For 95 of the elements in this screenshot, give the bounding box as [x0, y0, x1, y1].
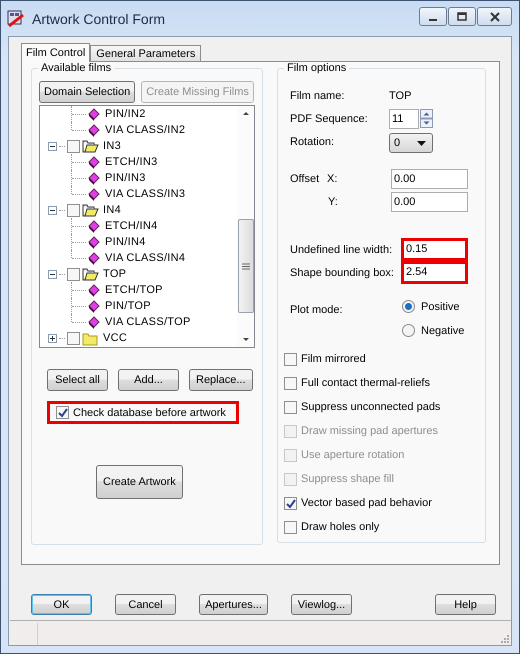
create-artwork-button[interactable]: Create Artwork	[96, 465, 183, 499]
film-icon	[88, 188, 100, 200]
tree-item[interactable]: VIA CLASS/TOP	[105, 314, 191, 330]
app-icon	[7, 10, 25, 28]
tab[interactable]: Film Control	[21, 43, 90, 62]
tree-item[interactable]: VCC	[103, 330, 128, 346]
checkbox[interactable]	[284, 400, 297, 414]
scroll-thumb[interactable]	[238, 219, 254, 313]
checkbox[interactable]	[67, 268, 80, 280]
tree-item[interactable]: PIN/TOP	[105, 298, 151, 314]
field-label: Undefined line width:	[290, 244, 394, 256]
maximize-icon	[457, 12, 467, 22]
film-name-value: TOP	[389, 90, 412, 102]
tree-item[interactable]: IN3	[103, 138, 122, 154]
button[interactable]: Select all	[47, 369, 108, 391]
button[interactable]: Viewlog...	[291, 594, 352, 615]
tree-item[interactable]: VIA CLASS/IN4	[105, 250, 186, 266]
checkbox[interactable]	[56, 406, 69, 419]
checkbox[interactable]	[284, 352, 297, 366]
checkbox[interactable]	[284, 496, 297, 510]
spinner[interactable]	[420, 109, 433, 128]
film-icon	[88, 108, 100, 120]
checkbox-label: Full contact thermal-reliefs	[301, 377, 430, 389]
caret-icon	[417, 140, 426, 146]
maximize-button[interactable]	[448, 7, 476, 26]
checkbox[interactable]	[67, 140, 80, 152]
checkbox-label: Use aperture rotation	[301, 449, 404, 461]
button[interactable]: Add...	[118, 369, 179, 391]
tree-item[interactable]: ETCH/IN3	[105, 154, 158, 170]
film-icon	[88, 316, 100, 328]
radio-label: Negative	[421, 324, 464, 336]
input-field[interactable]: 11	[389, 108, 419, 128]
tree-item[interactable]: PIN/IN3	[105, 170, 146, 186]
checkbox[interactable]	[67, 332, 80, 344]
film-icon	[88, 172, 100, 184]
folder-icon	[82, 330, 99, 346]
group-title: Film options	[284, 62, 350, 75]
film-icon	[88, 284, 100, 296]
tree-item[interactable]: TOP	[103, 266, 126, 282]
close-button[interactable]	[477, 7, 512, 26]
radio-button[interactable]	[402, 300, 415, 313]
checkbox-label: Draw holes only	[301, 521, 380, 533]
film-icon	[88, 156, 100, 168]
button[interactable]: Apertures...	[199, 594, 268, 615]
window-title: Artwork Control Form	[32, 10, 166, 26]
checkbox-label: Suppress unconnected pads	[301, 401, 440, 413]
button[interactable]: Help	[435, 594, 496, 615]
checkbox[interactable]	[67, 204, 80, 216]
folder-icon	[82, 138, 99, 154]
field-label: Shape bounding box:	[290, 266, 395, 278]
button[interactable]: OK	[31, 594, 92, 615]
scrollbar[interactable]	[237, 106, 254, 347]
tree-item[interactable]: ETCH/TOP	[105, 282, 163, 298]
button[interactable]: Replace...	[189, 369, 253, 391]
folder-icon	[82, 202, 99, 218]
field-label: X:	[327, 172, 338, 184]
checkbox-label: Check database before artwork	[73, 406, 226, 418]
tree-item[interactable]: VIA CLASS/IN3	[105, 186, 186, 202]
field-label: PDF Sequence:	[290, 112, 369, 124]
grip-icon	[242, 262, 250, 270]
checkbox-label: Vector based pad behavior	[301, 497, 432, 509]
tree-item[interactable]: PIN/IN4	[105, 234, 146, 250]
tree-item[interactable]: PIN/IN2	[105, 106, 146, 122]
minimize-button[interactable]	[419, 7, 447, 26]
field-label: Film name:	[290, 90, 346, 102]
field-label: Plot mode:	[290, 303, 344, 318]
checkbox-label: Draw missing pad apertures	[301, 425, 438, 437]
input-field[interactable]: 0.00	[391, 192, 468, 212]
film-icon	[88, 236, 100, 248]
close-icon	[490, 12, 500, 22]
dropdown[interactable]: 0	[389, 133, 433, 153]
film-icon	[88, 252, 100, 264]
field-label: Offset	[290, 172, 320, 184]
tree-item[interactable]: ETCH/IN4	[105, 218, 158, 234]
field-label: Y:	[327, 196, 339, 208]
checkbox-label: Suppress shape fill	[301, 473, 394, 485]
input-field[interactable]: 2.54	[401, 261, 468, 284]
button[interactable]: Cancel	[115, 594, 176, 615]
checkbox-label: Film mirrored	[301, 353, 366, 365]
button[interactable]: Domain Selection	[39, 81, 136, 103]
minimize-icon	[429, 19, 437, 21]
film-icon	[88, 124, 100, 136]
field-label: Rotation:	[290, 136, 336, 148]
tree-item[interactable]: IN4	[103, 202, 122, 218]
input-field[interactable]: 0.15	[401, 238, 468, 261]
checkbox[interactable]	[284, 520, 297, 534]
checkbox[interactable]	[284, 376, 297, 390]
film-icon	[88, 300, 100, 312]
film-icon	[88, 220, 100, 232]
input-field[interactable]: 0.00	[391, 168, 468, 188]
tree-item[interactable]: VIA CLASS/IN2	[105, 122, 186, 138]
radio-label: Positive	[421, 300, 460, 312]
tab[interactable]: General Parameters	[90, 45, 202, 61]
radio-button[interactable]	[402, 324, 415, 337]
folder-icon	[82, 266, 99, 282]
